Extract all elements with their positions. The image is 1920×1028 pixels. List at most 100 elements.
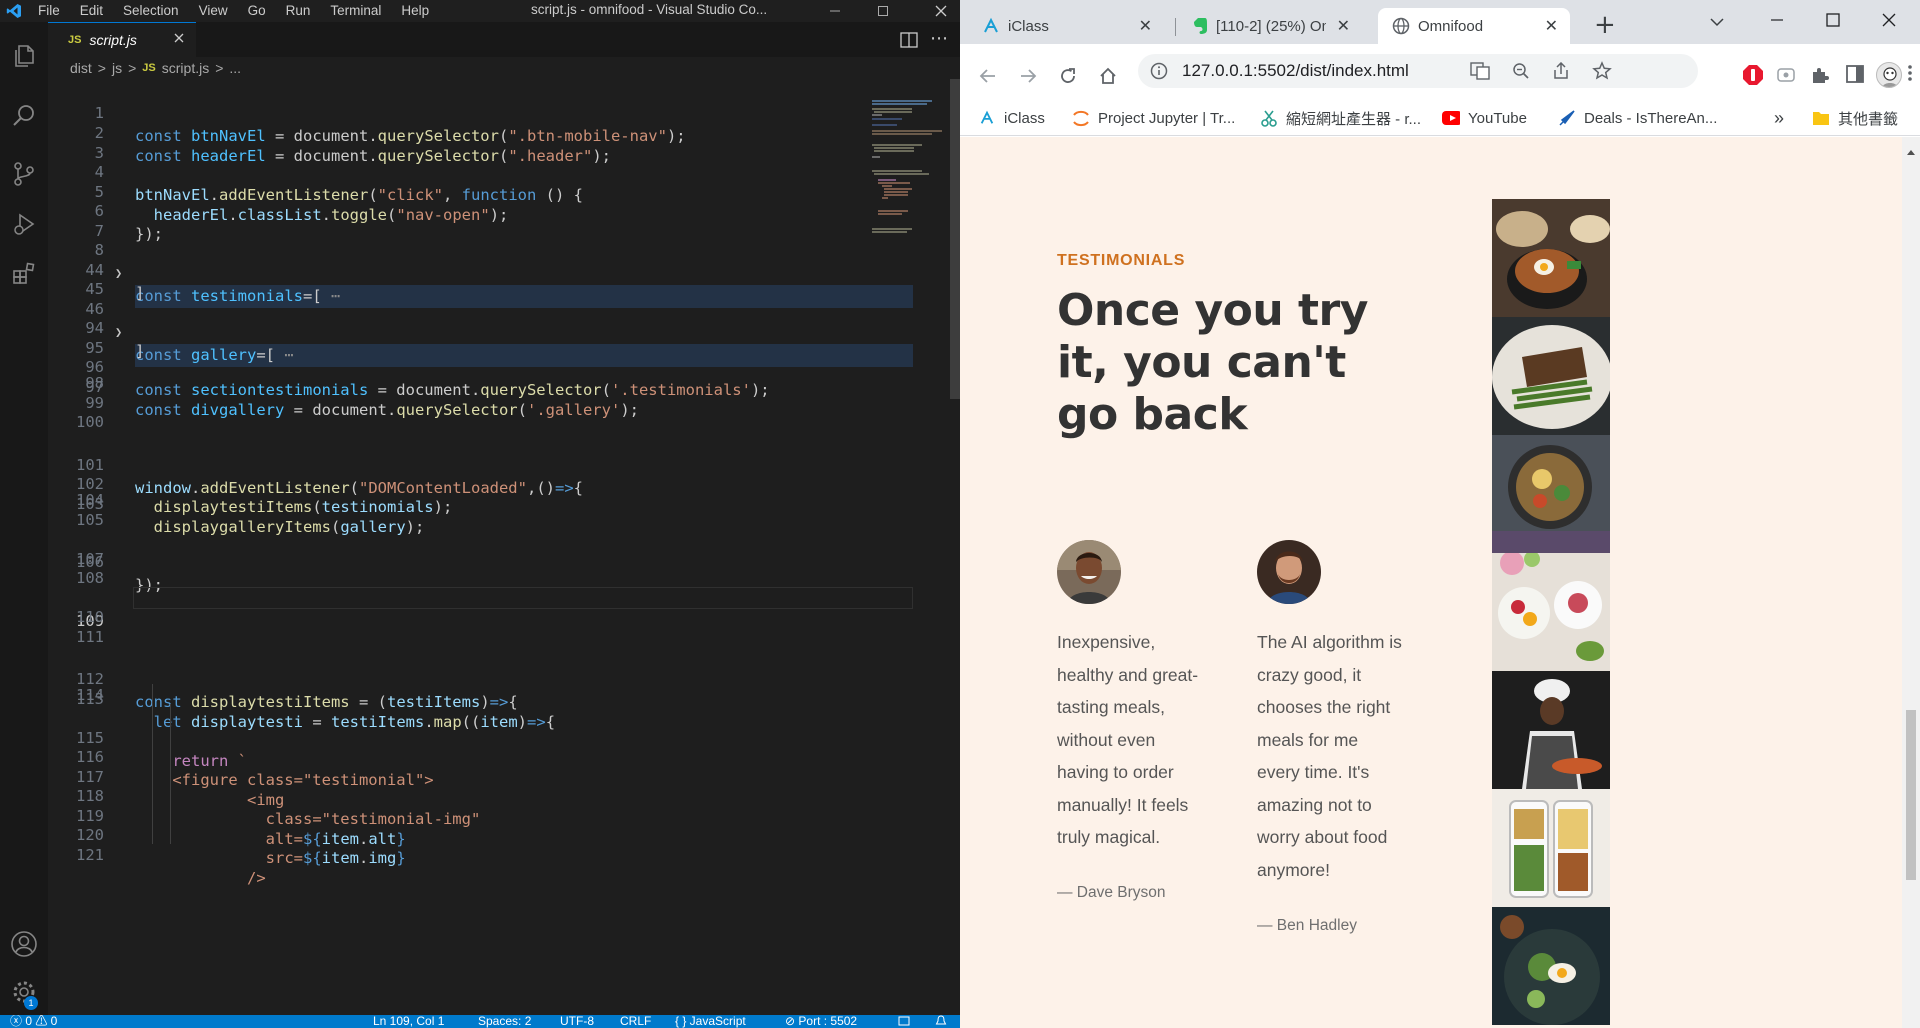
activity-bar: 1 [0, 22, 48, 1015]
forward-arrow-icon[interactable] [1010, 44, 1046, 108]
menu-go[interactable]: Go [238, 0, 276, 22]
breadcrumb-file[interactable]: script.js [162, 60, 209, 76]
share-icon[interactable] [1552, 61, 1570, 84]
new-tab-button[interactable]: + [1594, 10, 1616, 40]
site-info-icon[interactable] [1150, 62, 1168, 84]
side-panel-icon[interactable] [1846, 65, 1864, 87]
breadcrumb-dist[interactable]: dist [70, 60, 92, 76]
menu-file[interactable]: File [28, 0, 70, 22]
testimonial-avatar-dave [1057, 540, 1121, 604]
split-editor-icon[interactable] [900, 32, 918, 52]
indent-guide [170, 704, 171, 844]
tab-close-icon[interactable]: ✕ [1139, 16, 1152, 36]
source-control-icon[interactable] [0, 150, 48, 198]
extension-icon[interactable] [1777, 66, 1795, 88]
js-file-icon: JS [68, 34, 82, 46]
settings-gear-icon[interactable]: 1 [0, 968, 48, 1016]
editor-scrollbar[interactable] [950, 79, 960, 399]
testimonials-subheading: TESTIMONIALS [1057, 252, 1186, 269]
maximize-icon[interactable] [860, 0, 906, 22]
browser-tab-iclass[interactable]: iClass ✕ [968, 8, 1164, 44]
adblock-extension-icon[interactable] [1742, 64, 1764, 90]
reload-icon[interactable] [1050, 44, 1086, 108]
address-bar[interactable]: 127.0.0.1:5502/dist/index.html [1138, 54, 1698, 88]
gallery-image [1492, 907, 1610, 1025]
tab-search-chevron-icon[interactable] [1710, 12, 1724, 31]
tab-label: script.js [89, 32, 137, 48]
browser-toolbar: 127.0.0.1:5502/dist/index.html [960, 44, 1920, 108]
iclass-favicon-icon [982, 17, 1000, 39]
breadcrumb-js[interactable]: js [112, 60, 122, 76]
bookmark-jupyter[interactable]: Project Jupyter | Tr... [1072, 100, 1235, 136]
search-icon[interactable] [0, 92, 48, 140]
iclass-favicon-icon [978, 109, 996, 127]
tab-close-icon[interactable]: ✕ [1545, 16, 1558, 36]
browser-close-icon[interactable] [1882, 12, 1896, 31]
bookmark-iclass[interactable]: iClass [978, 100, 1045, 136]
bookmarks-overflow-button[interactable]: » [1774, 100, 1784, 136]
status-indentation[interactable]: Spaces: 2 [478, 1015, 531, 1028]
extensions-icon[interactable] [0, 250, 48, 298]
status-eol[interactable]: CRLF [620, 1015, 651, 1028]
notifications-bell-icon[interactable] [935, 1015, 947, 1028]
tab-close-icon[interactable] [172, 31, 186, 48]
page-scrollbar-thumb[interactable] [1906, 710, 1916, 880]
status-live-server-port[interactable]: ⊘ Port : 5502 [785, 1015, 857, 1028]
run-debug-icon[interactable] [0, 200, 48, 248]
window-title: script.js - omnifood - Visual Studio Co.… [531, 2, 768, 17]
minimap[interactable] [870, 100, 960, 260]
minimize-icon[interactable] [812, 0, 858, 22]
browser-tab-omnifood[interactable]: Omnifood ✕ [1378, 8, 1570, 44]
browser-window: iClass ✕ [110-2] (25%) Om ✕ Omnifood ✕ + [960, 0, 1920, 1028]
home-icon[interactable] [1090, 44, 1126, 108]
bookmark-url-shortener[interactable]: 縮短網址產生器 - r... [1260, 100, 1421, 136]
menu-terminal[interactable]: Terminal [320, 0, 391, 22]
status-problems[interactable]: ⓧ 0 ⚠ 0 [10, 1015, 57, 1028]
status-encoding[interactable]: UTF-8 [560, 1015, 594, 1028]
browser-menu-icon[interactable] [1908, 64, 1912, 86]
testimonial-author: — Ben Hadley [1257, 917, 1357, 934]
bookmark-isthereanydeal[interactable]: Deals - IsThereAn... [1558, 100, 1717, 136]
js-file-icon: JS [142, 62, 156, 74]
close-icon[interactable] [918, 0, 960, 22]
account-icon[interactable] [0, 920, 48, 968]
more-actions-icon[interactable]: ⋯ [930, 28, 948, 49]
scissors-favicon-icon [1260, 109, 1278, 127]
menu-help[interactable]: Help [391, 0, 439, 22]
vscode-logo-icon[interactable] [0, 0, 28, 22]
browser-minimize-icon[interactable] [1770, 12, 1784, 31]
status-broadcast-icon[interactable] [898, 1015, 912, 1028]
extensions-puzzle-icon[interactable] [1810, 65, 1830, 89]
gallery-image [1492, 789, 1610, 907]
code-editor[interactable]: 1 const btnNavEl = document.querySelecto… [48, 79, 960, 1015]
menu-view[interactable]: View [189, 0, 238, 22]
translate-icon[interactable] [1470, 62, 1490, 84]
breadcrumb-chevron-icon: > [97, 60, 106, 76]
gallery-image [1492, 671, 1610, 789]
tab-script-js[interactable]: JS script.js [48, 22, 196, 57]
bookmark-star-icon[interactable] [1592, 61, 1612, 85]
status-cursor-position[interactable]: Ln 109, Col 1 [373, 1015, 444, 1028]
breadcrumb-symbols[interactable]: ... [229, 60, 241, 76]
page-scrollbar[interactable] [1902, 137, 1920, 1028]
profile-avatar[interactable] [1876, 62, 1902, 88]
menu-run[interactable]: Run [276, 0, 321, 22]
testimonials-heading: Once you try it, you can't go back [1057, 285, 1368, 440]
globe-favicon-icon [1392, 17, 1410, 39]
gallery-image [1492, 317, 1610, 435]
browser-tab-evernote[interactable]: [110-2] (25%) Om ✕ [1180, 8, 1362, 44]
bookmark-other-folder[interactable]: 其他書籤 [1812, 100, 1898, 136]
bookmark-youtube[interactable]: YouTube [1442, 100, 1527, 136]
zoom-icon[interactable] [1512, 62, 1530, 84]
menu-selection[interactable]: Selection [113, 0, 189, 22]
scroll-up-icon[interactable] [1906, 141, 1916, 160]
url-text[interactable]: 127.0.0.1:5502/dist/index.html [1182, 54, 1409, 88]
gallery-image [1492, 199, 1610, 317]
tab-close-icon[interactable]: ✕ [1337, 16, 1350, 36]
vscode-window: File Edit Selection View Go Run Terminal… [0, 0, 960, 1028]
browser-maximize-icon[interactable] [1826, 12, 1840, 31]
explorer-icon[interactable] [0, 32, 48, 80]
status-language[interactable]: { } JavaScript [675, 1015, 746, 1028]
back-arrow-icon[interactable] [970, 44, 1006, 108]
menu-edit[interactable]: Edit [70, 0, 113, 22]
